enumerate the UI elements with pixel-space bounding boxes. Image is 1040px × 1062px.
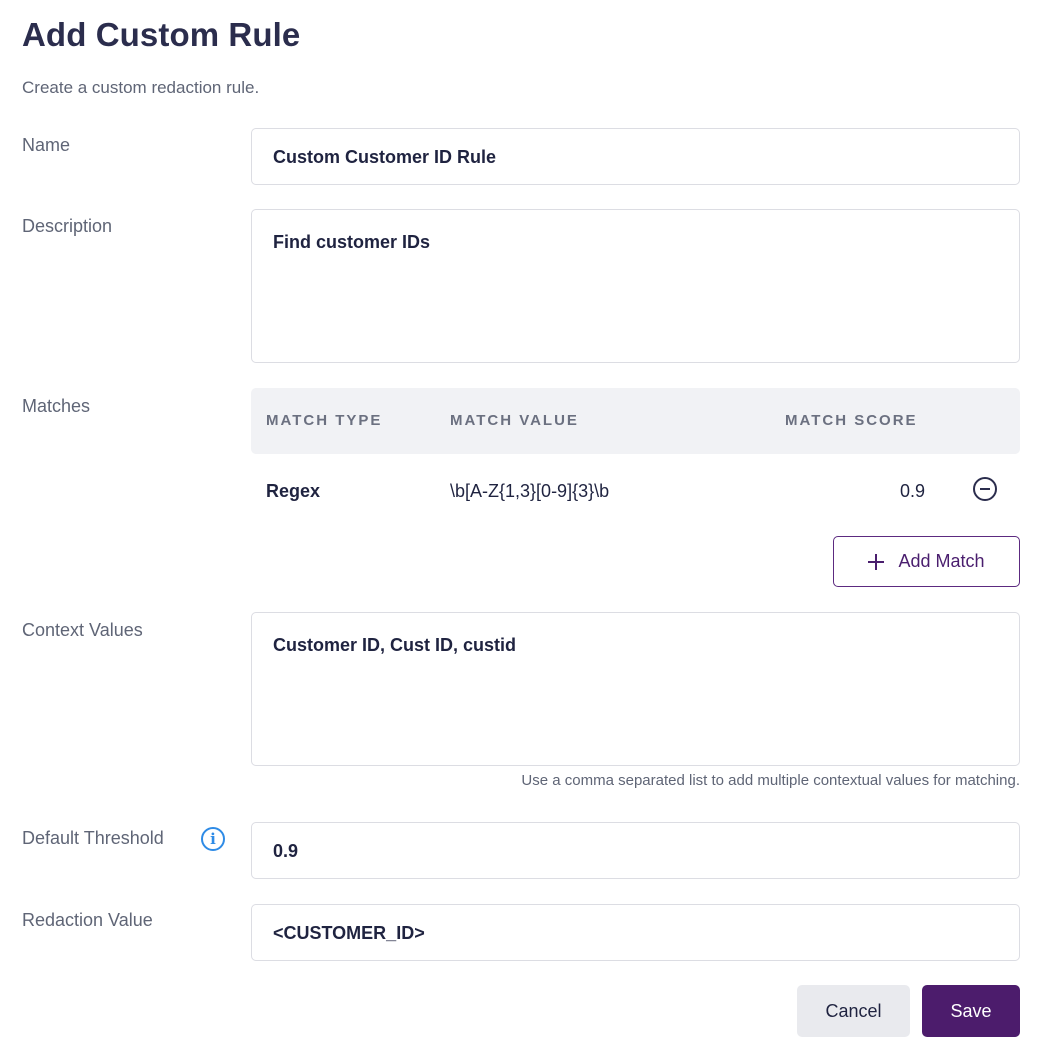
match-score-cell: 0.9: [900, 481, 926, 501]
default-threshold-label: Default Threshold: [22, 828, 164, 848]
add-match-button[interactable]: Add Match: [833, 536, 1020, 587]
match-type-cell: Regex: [266, 481, 321, 501]
context-values-textarea[interactable]: Customer ID, Cust ID, custid: [251, 612, 1020, 766]
default-threshold-input[interactable]: 0.9: [251, 822, 1020, 879]
minus-circle-icon[interactable]: [973, 477, 997, 501]
info-icon[interactable]: i: [201, 827, 225, 851]
redaction-value-input[interactable]: <CUSTOMER_ID>: [251, 904, 1020, 961]
name-input[interactable]: Custom Customer ID Rule: [251, 128, 1020, 185]
save-button[interactable]: Save: [922, 985, 1020, 1037]
description-textarea[interactable]: Find customer IDs: [251, 209, 1020, 363]
column-header-match-score: MATCH SCORE: [785, 412, 918, 429]
column-header-match-value: MATCH VALUE: [450, 412, 579, 429]
page-title: Add Custom Rule: [22, 16, 301, 53]
page-subtitle: Create a custom redaction rule.: [22, 78, 260, 97]
match-value-cell: \b[A-Z{1,3}[0-9]{3}\b: [450, 481, 610, 501]
plus-icon: [868, 553, 885, 570]
redaction-value-label: Redaction Value: [22, 910, 153, 930]
add-match-label: Add Match: [898, 551, 985, 571]
column-header-match-type: MATCH TYPE: [266, 412, 383, 429]
matches-table-header: MATCH TYPE MATCH VALUE MATCH SCORE: [251, 388, 1020, 454]
matches-label: Matches: [22, 396, 91, 416]
cancel-button[interactable]: Cancel: [797, 985, 910, 1037]
description-label: Description: [22, 216, 113, 236]
name-label: Name: [22, 135, 71, 155]
context-values-label: Context Values: [22, 620, 143, 640]
context-values-hint: Use a comma separated list to add multip…: [521, 772, 1020, 789]
